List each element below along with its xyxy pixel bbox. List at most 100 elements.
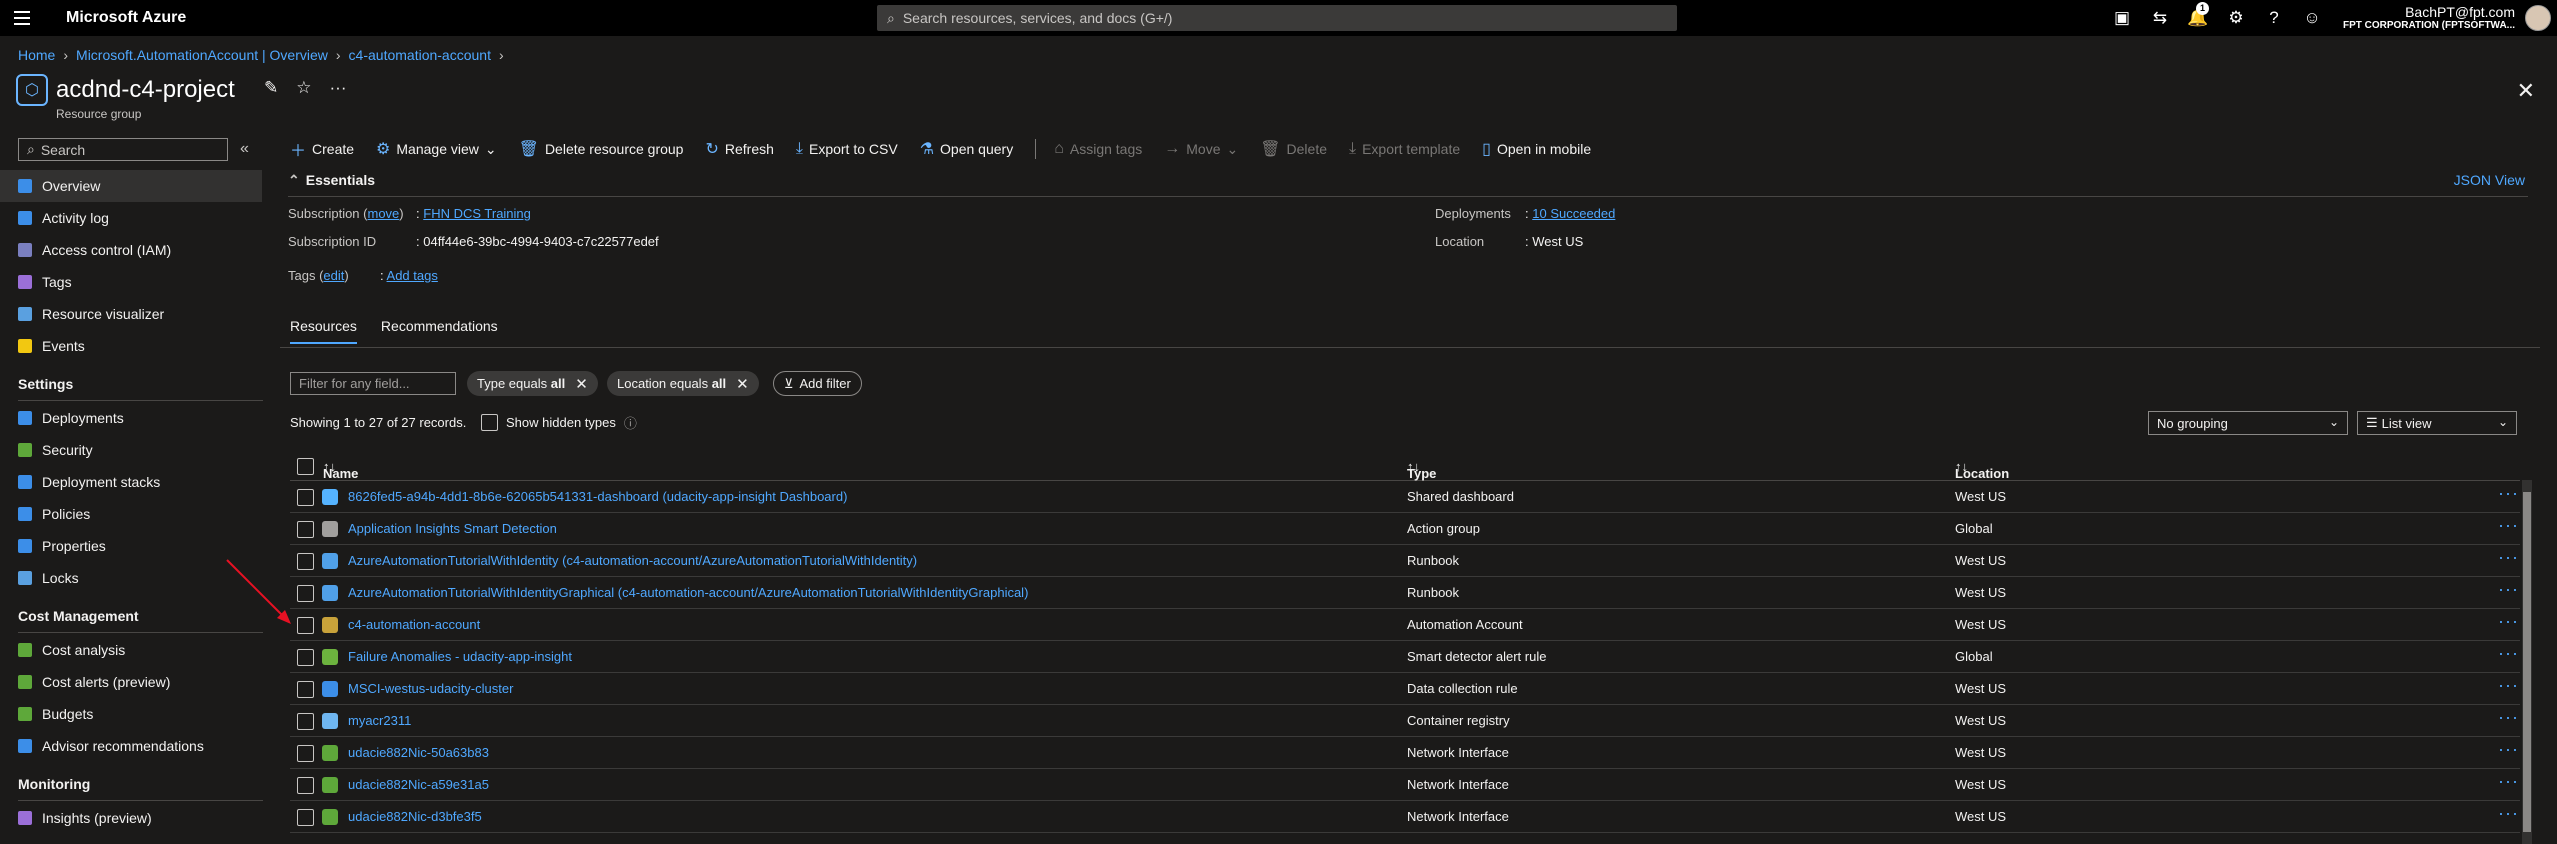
row-checkbox[interactable] bbox=[297, 649, 314, 666]
resource-name-link[interactable]: c4-automation-account bbox=[348, 617, 480, 632]
more-actions-icon[interactable]: ··· bbox=[2498, 611, 2519, 632]
close-icon[interactable]: ✕ bbox=[575, 375, 588, 393]
resource-name-link[interactable]: udacie882Nic-a59e31a5 bbox=[348, 777, 489, 792]
type-column-header[interactable]: Type ↑↓ bbox=[1407, 459, 1436, 481]
row-checkbox[interactable] bbox=[297, 489, 314, 506]
more-actions-icon[interactable]: ··· bbox=[2498, 707, 2519, 728]
subscription-move-link[interactable]: move bbox=[367, 206, 399, 221]
star-icon[interactable]: ☆ bbox=[296, 78, 311, 98]
add-tags-link[interactable]: Add tags bbox=[387, 268, 438, 283]
row-checkbox[interactable] bbox=[297, 713, 314, 730]
row-checkbox[interactable] bbox=[297, 521, 314, 538]
resource-name-link[interactable]: udacie882Nic-d3bfe3f5 bbox=[348, 809, 482, 824]
export-csv-button[interactable]: ⤓ Export to CSV bbox=[796, 140, 898, 158]
resource-name-link[interactable]: 8626fed5-a94b-4dd1-8b6e-62065b541331-das… bbox=[348, 489, 847, 504]
table-row[interactable]: 8626fed5-a94b-4dd1-8b6e-62065b541331-das… bbox=[290, 481, 2520, 513]
more-actions-icon[interactable]: ··· bbox=[2498, 515, 2519, 536]
more-actions-icon[interactable]: ··· bbox=[2498, 547, 2519, 568]
close-icon[interactable]: ✕ bbox=[2517, 78, 2535, 104]
sidebar-item-tags[interactable]: Tags bbox=[0, 266, 262, 298]
row-checkbox[interactable] bbox=[297, 585, 314, 602]
tags-edit-link[interactable]: edit bbox=[323, 268, 344, 283]
sidebar-item-advisor[interactable]: Advisor recommendations bbox=[0, 730, 262, 762]
row-checkbox[interactable] bbox=[297, 745, 314, 762]
breadcrumb-automation-overview[interactable]: Microsoft.AutomationAccount | Overview bbox=[76, 47, 328, 63]
resource-name-link[interactable]: AzureAutomationTutorialWithIdentityGraph… bbox=[348, 585, 1028, 600]
open-query-button[interactable]: ⚗ Open query bbox=[920, 139, 1014, 159]
sidebar-item-locks[interactable]: Locks bbox=[0, 562, 262, 594]
more-actions-icon[interactable]: ··· bbox=[2498, 579, 2519, 600]
more-icon[interactable]: ··· bbox=[330, 78, 347, 98]
deployments-link[interactable]: 10 Succeeded bbox=[1532, 206, 1615, 221]
add-filter-button[interactable]: ⊻ Add filter bbox=[773, 371, 862, 396]
row-checkbox[interactable] bbox=[297, 617, 314, 634]
table-row[interactable]: Failure Anomalies - udacity-app-insight S… bbox=[290, 641, 2520, 673]
subscription-link[interactable]: FHN DCS Training bbox=[423, 206, 531, 221]
table-row[interactable]: MSCI-westus-udacity-cluster Data collecti… bbox=[290, 673, 2520, 705]
sidebar-item-overview[interactable]: Overview bbox=[0, 170, 262, 202]
sidebar-item-resource-visualizer[interactable]: Resource visualizer bbox=[0, 298, 262, 330]
sidebar-item-cost-analysis[interactable]: Cost analysis bbox=[0, 634, 262, 666]
row-checkbox[interactable] bbox=[297, 809, 314, 826]
row-checkbox[interactable] bbox=[297, 681, 314, 698]
essentials-toggle[interactable]: Essentials bbox=[288, 172, 375, 189]
resource-name-link[interactable]: Application Insights Smart Detection bbox=[348, 521, 557, 536]
sidebar-item-iam[interactable]: Access control (IAM) bbox=[0, 234, 262, 266]
sidebar-item-events[interactable]: Events bbox=[0, 330, 262, 362]
open-in-mobile-button[interactable]: ▯ Open in mobile bbox=[1482, 139, 1591, 159]
resource-name-link[interactable]: Failure Anomalies - udacity-app-insight bbox=[348, 649, 572, 664]
resource-name-link[interactable]: udacie882Nic-50a63b83 bbox=[348, 745, 489, 760]
grouping-select[interactable]: No grouping ⌄ bbox=[2148, 411, 2348, 435]
assign-tags-button[interactable]: ⌂ Assign tags bbox=[1054, 140, 1142, 158]
close-icon[interactable]: ✕ bbox=[736, 375, 749, 393]
sidebar-search-input[interactable]: ⌕ Search bbox=[18, 138, 228, 161]
sidebar-item-deployment-stacks[interactable]: Deployment stacks bbox=[0, 466, 262, 498]
sidebar-item-activity-log[interactable]: Activity log bbox=[0, 202, 262, 234]
delete-button[interactable]: 🗑 Delete bbox=[1260, 139, 1327, 159]
show-hidden-checkbox[interactable] bbox=[481, 414, 498, 431]
resource-name-link[interactable]: AzureAutomationTutorialWithIdentity (c4-… bbox=[348, 553, 917, 568]
filter-input[interactable]: Filter for any field... bbox=[290, 372, 456, 395]
table-row[interactable]: c4-automation-account Automation Account W… bbox=[290, 609, 2520, 641]
more-actions-icon[interactable]: ··· bbox=[2498, 675, 2519, 696]
breadcrumb-home[interactable]: Home bbox=[18, 47, 55, 63]
global-search-input[interactable]: ⌕ Search resources, services, and docs (G… bbox=[877, 5, 1677, 31]
location-column-header[interactable]: Location ↑↓ bbox=[1955, 459, 2009, 481]
pin-icon[interactable]: ✎ bbox=[264, 78, 278, 98]
row-checkbox[interactable] bbox=[297, 777, 314, 794]
more-actions-icon[interactable]: ··· bbox=[2498, 483, 2519, 504]
name-column-header[interactable]: Name ↑↓ bbox=[323, 459, 358, 481]
user-account[interactable]: BachPT@fpt.com FPT CORPORATION (FPTSOFTW… bbox=[2343, 4, 2515, 31]
sidebar-item-security[interactable]: Security bbox=[0, 434, 262, 466]
table-row[interactable]: udacie882Nic-d3bfe3f5 Network Interface We… bbox=[290, 801, 2520, 833]
directory-icon[interactable]: ⇆ bbox=[2141, 8, 2179, 28]
help-icon[interactable]: ? bbox=[2255, 8, 2293, 28]
json-view-link[interactable]: JSON View bbox=[2454, 172, 2525, 188]
manage-view-button[interactable]: ⚙ Manage view ⌄ bbox=[376, 139, 497, 159]
delete-resource-group-button[interactable]: 🗑 Delete resource group bbox=[519, 139, 684, 159]
more-actions-icon[interactable]: ··· bbox=[2498, 643, 2519, 664]
more-actions-icon[interactable]: ··· bbox=[2498, 739, 2519, 760]
sidebar-item-budgets[interactable]: Budgets bbox=[0, 698, 262, 730]
select-all-checkbox[interactable] bbox=[297, 458, 314, 475]
scrollbar[interactable] bbox=[2522, 480, 2532, 844]
feedback-icon[interactable]: ☺ bbox=[2293, 8, 2331, 28]
sidebar-item-properties[interactable]: Properties bbox=[0, 530, 262, 562]
sidebar-item-insights[interactable]: Insights (preview) bbox=[0, 802, 262, 834]
sidebar-item-cost-alerts[interactable]: Cost alerts (preview) bbox=[0, 666, 262, 698]
breadcrumb-automation-account[interactable]: c4-automation-account bbox=[349, 47, 491, 63]
avatar[interactable] bbox=[2525, 5, 2551, 31]
refresh-button[interactable]: ↻ Refresh bbox=[705, 139, 773, 159]
gear-icon[interactable]: ⚙ bbox=[2217, 8, 2255, 28]
more-actions-icon[interactable]: ··· bbox=[2498, 803, 2519, 824]
row-checkbox[interactable] bbox=[297, 553, 314, 570]
table-row[interactable]: Application Insights Smart Detection Acti… bbox=[290, 513, 2520, 545]
export-template-button[interactable]: ⤓ Export template bbox=[1349, 140, 1460, 158]
cloud-shell-icon[interactable]: ▣ bbox=[2103, 8, 2141, 28]
location-filter-pill[interactable]: Location equals all ✕ bbox=[607, 371, 759, 396]
table-row[interactable]: AzureAutomationTutorialWithIdentity (c4-… bbox=[290, 545, 2520, 577]
sidebar-item-deployments[interactable]: Deployments bbox=[0, 402, 262, 434]
table-row[interactable]: udacie882Nic-50a63b83 Network Interface We… bbox=[290, 737, 2520, 769]
hamburger-icon[interactable] bbox=[14, 0, 36, 36]
more-actions-icon[interactable]: ··· bbox=[2498, 771, 2519, 792]
